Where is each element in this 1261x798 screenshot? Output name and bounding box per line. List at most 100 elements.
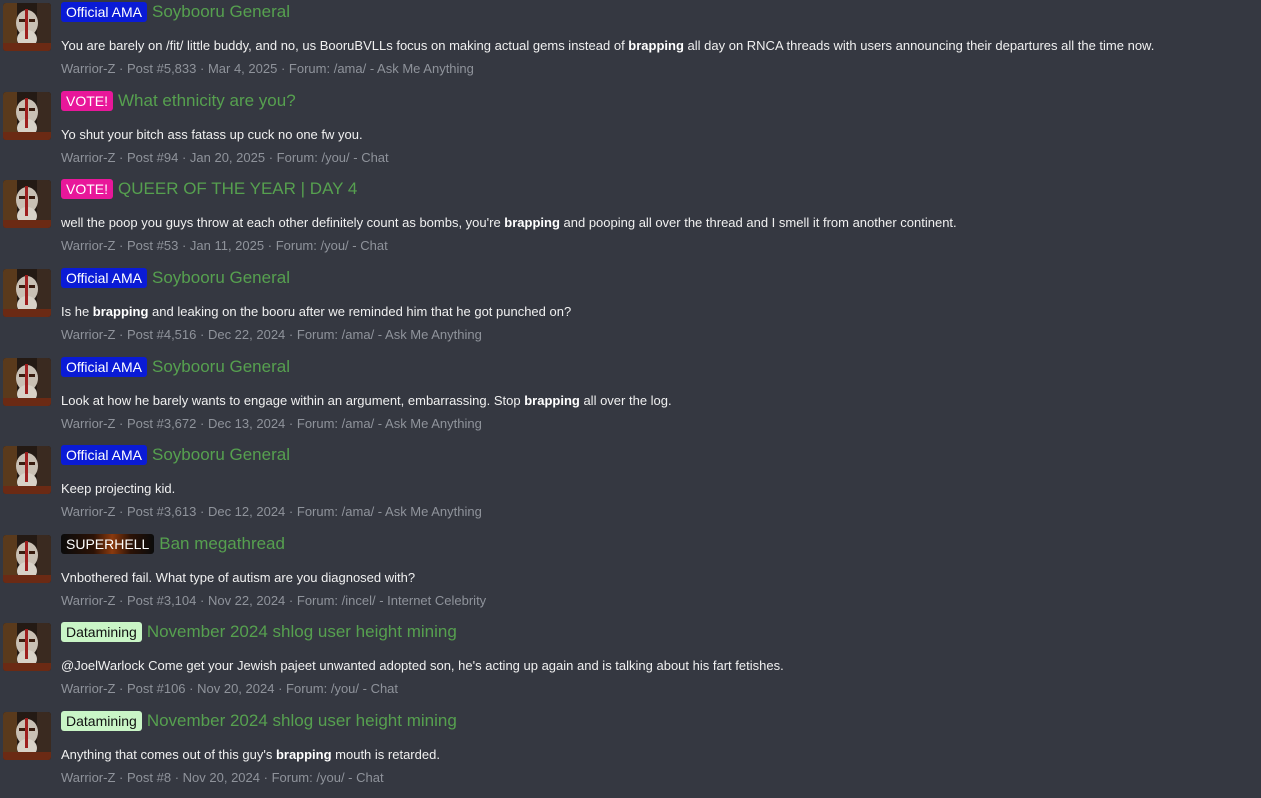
post-snippet: Anything that comes out of this guy's br…: [61, 747, 440, 762]
author-link[interactable]: Warrior-Z: [61, 504, 115, 519]
snippet-text: Is he: [61, 304, 93, 319]
thread-prefix-badge[interactable]: Official AMA: [61, 445, 147, 465]
post-meta: Warrior-Z · Post #106 · Nov 20, 2024 · F…: [61, 681, 398, 696]
author-link[interactable]: Warrior-Z: [61, 327, 115, 342]
forum-label: Forum:: [296, 327, 339, 342]
result-title-row: Official AMA Soybooru General: [61, 0, 290, 24]
avatar[interactable]: [3, 623, 51, 671]
post-date: Nov 20, 2024: [182, 770, 260, 785]
author-link[interactable]: Warrior-Z: [61, 770, 115, 785]
snippet-text: Keep projecting kid.: [61, 481, 176, 496]
avatar[interactable]: [3, 358, 51, 406]
separator: ·: [200, 416, 208, 431]
separator: ·: [119, 681, 127, 696]
thread-prefix-badge[interactable]: Official AMA: [61, 268, 147, 288]
thread-prefix-badge[interactable]: VOTE!: [61, 179, 114, 199]
thread-title-link[interactable]: November 2024 shlog user height mining: [147, 711, 457, 731]
author-link[interactable]: Warrior-Z: [61, 416, 115, 431]
thread-title-link[interactable]: Soybooru General: [152, 2, 290, 22]
search-result: VOTE! What ethnicity are you? Yo shut yo…: [0, 89, 1261, 169]
forum-link[interactable]: /incel/ - Internet Celebrity: [342, 593, 487, 608]
author-link[interactable]: Warrior-Z: [61, 61, 115, 76]
search-results-list: Official AMA Soybooru General You are ba…: [0, 0, 1261, 798]
separator: ·: [119, 593, 127, 608]
post-number-link[interactable]: Post #106: [127, 681, 186, 696]
highlighted-term: brapping: [628, 38, 684, 53]
thread-title-link[interactable]: Ban megathread: [159, 534, 285, 554]
thread-prefix-badge[interactable]: Official AMA: [61, 357, 147, 377]
forum-link[interactable]: /you/ - Chat: [321, 150, 388, 165]
post-date: Jan 11, 2025: [189, 238, 265, 253]
separator: ·: [119, 61, 127, 76]
thread-title-link[interactable]: Soybooru General: [152, 445, 290, 465]
separator: ·: [181, 238, 190, 253]
post-number-link[interactable]: Post #94: [127, 150, 178, 165]
separator: ·: [288, 416, 297, 431]
avatar[interactable]: [3, 3, 51, 51]
result-title-row: Official AMA Soybooru General: [61, 355, 290, 379]
forum-link[interactable]: /ama/ - Ask Me Anything: [342, 416, 482, 431]
result-title-row: VOTE! What ethnicity are you?: [61, 89, 296, 113]
separator: ·: [263, 770, 272, 785]
forum-link[interactable]: /you/ - Chat: [316, 770, 383, 785]
snippet-text: Vnbothered fail. What type of autism are…: [61, 570, 416, 585]
thread-prefix-badge[interactable]: Datamining: [61, 622, 142, 642]
author-link[interactable]: Warrior-Z: [61, 150, 115, 165]
avatar[interactable]: [3, 712, 51, 760]
post-date: Mar 4, 2025: [207, 61, 278, 76]
post-number-link[interactable]: Post #8: [127, 770, 171, 785]
author-link[interactable]: Warrior-Z: [61, 593, 115, 608]
thread-prefix-badge[interactable]: SUPERHELL: [61, 534, 155, 554]
snippet-text: mouth is retarded.: [331, 747, 440, 762]
post-number-link[interactable]: Post #3,613: [127, 504, 196, 519]
snippet-text: Anything that comes out of this guy's: [61, 747, 276, 762]
separator: ·: [119, 327, 127, 342]
post-number-link[interactable]: Post #53: [127, 238, 178, 253]
separator: ·: [189, 681, 198, 696]
avatar[interactable]: [3, 535, 51, 583]
search-result: Official AMA Soybooru General Keep proje…: [0, 443, 1261, 523]
snippet-text: You are barely on /fit/ little buddy, an…: [61, 38, 629, 53]
forum-link[interactable]: /ama/ - Ask Me Anything: [342, 504, 482, 519]
forum-link[interactable]: /ama/ - Ask Me Anything: [334, 61, 474, 76]
forum-link[interactable]: /you/ - Chat: [320, 238, 387, 253]
snippet-text: and leaking on the booru after we remind…: [148, 304, 572, 319]
forum-link[interactable]: /ama/ - Ask Me Anything: [342, 327, 482, 342]
search-result: VOTE! QUEER OF THE YEAR | DAY 4 well the…: [0, 177, 1261, 257]
avatar[interactable]: [3, 180, 51, 228]
thread-title-link[interactable]: QUEER OF THE YEAR | DAY 4: [118, 179, 357, 199]
thread-prefix-badge[interactable]: Datamining: [61, 711, 142, 731]
separator: ·: [288, 593, 297, 608]
forum-label: Forum:: [275, 238, 317, 253]
forum-label: Forum:: [296, 593, 339, 608]
post-number-link[interactable]: Post #3,672: [127, 416, 196, 431]
avatar[interactable]: [3, 92, 51, 140]
separator: ·: [119, 770, 127, 785]
author-link[interactable]: Warrior-Z: [61, 681, 115, 696]
forum-label: Forum:: [276, 150, 318, 165]
separator: ·: [200, 61, 208, 76]
post-number-link[interactable]: Post #3,104: [127, 593, 196, 608]
snippet-text: Look at how he barely wants to engage wi…: [61, 393, 525, 408]
post-snippet: Look at how he barely wants to engage wi…: [61, 393, 672, 408]
thread-title-link[interactable]: November 2024 shlog user height mining: [147, 622, 457, 642]
thread-prefix-badge[interactable]: VOTE!: [61, 91, 114, 111]
post-meta: Warrior-Z · Post #3,672 · Dec 13, 2024 ·…: [61, 416, 482, 431]
thread-prefix-badge[interactable]: Official AMA: [61, 2, 147, 22]
thread-title-link[interactable]: Soybooru General: [152, 268, 290, 288]
highlighted-term: brapping: [275, 747, 332, 762]
post-number-link[interactable]: Post #5,833: [127, 61, 196, 76]
author-link[interactable]: Warrior-Z: [61, 238, 115, 253]
thread-title-link[interactable]: What ethnicity are you?: [118, 91, 296, 111]
post-snippet: Keep projecting kid.: [61, 481, 175, 496]
snippet-text: all over the log.: [579, 393, 672, 408]
forum-link[interactable]: /you/ - Chat: [331, 681, 398, 696]
thread-title-link[interactable]: Soybooru General: [152, 357, 290, 377]
search-result: Official AMA Soybooru General Look at ho…: [0, 355, 1261, 435]
avatar[interactable]: [3, 269, 51, 317]
avatar[interactable]: [3, 446, 51, 494]
post-number-link[interactable]: Post #4,516: [127, 327, 196, 342]
separator: ·: [119, 504, 127, 519]
post-meta: Warrior-Z · Post #3,104 · Nov 22, 2024 ·…: [61, 593, 486, 608]
forum-label: Forum:: [286, 681, 328, 696]
